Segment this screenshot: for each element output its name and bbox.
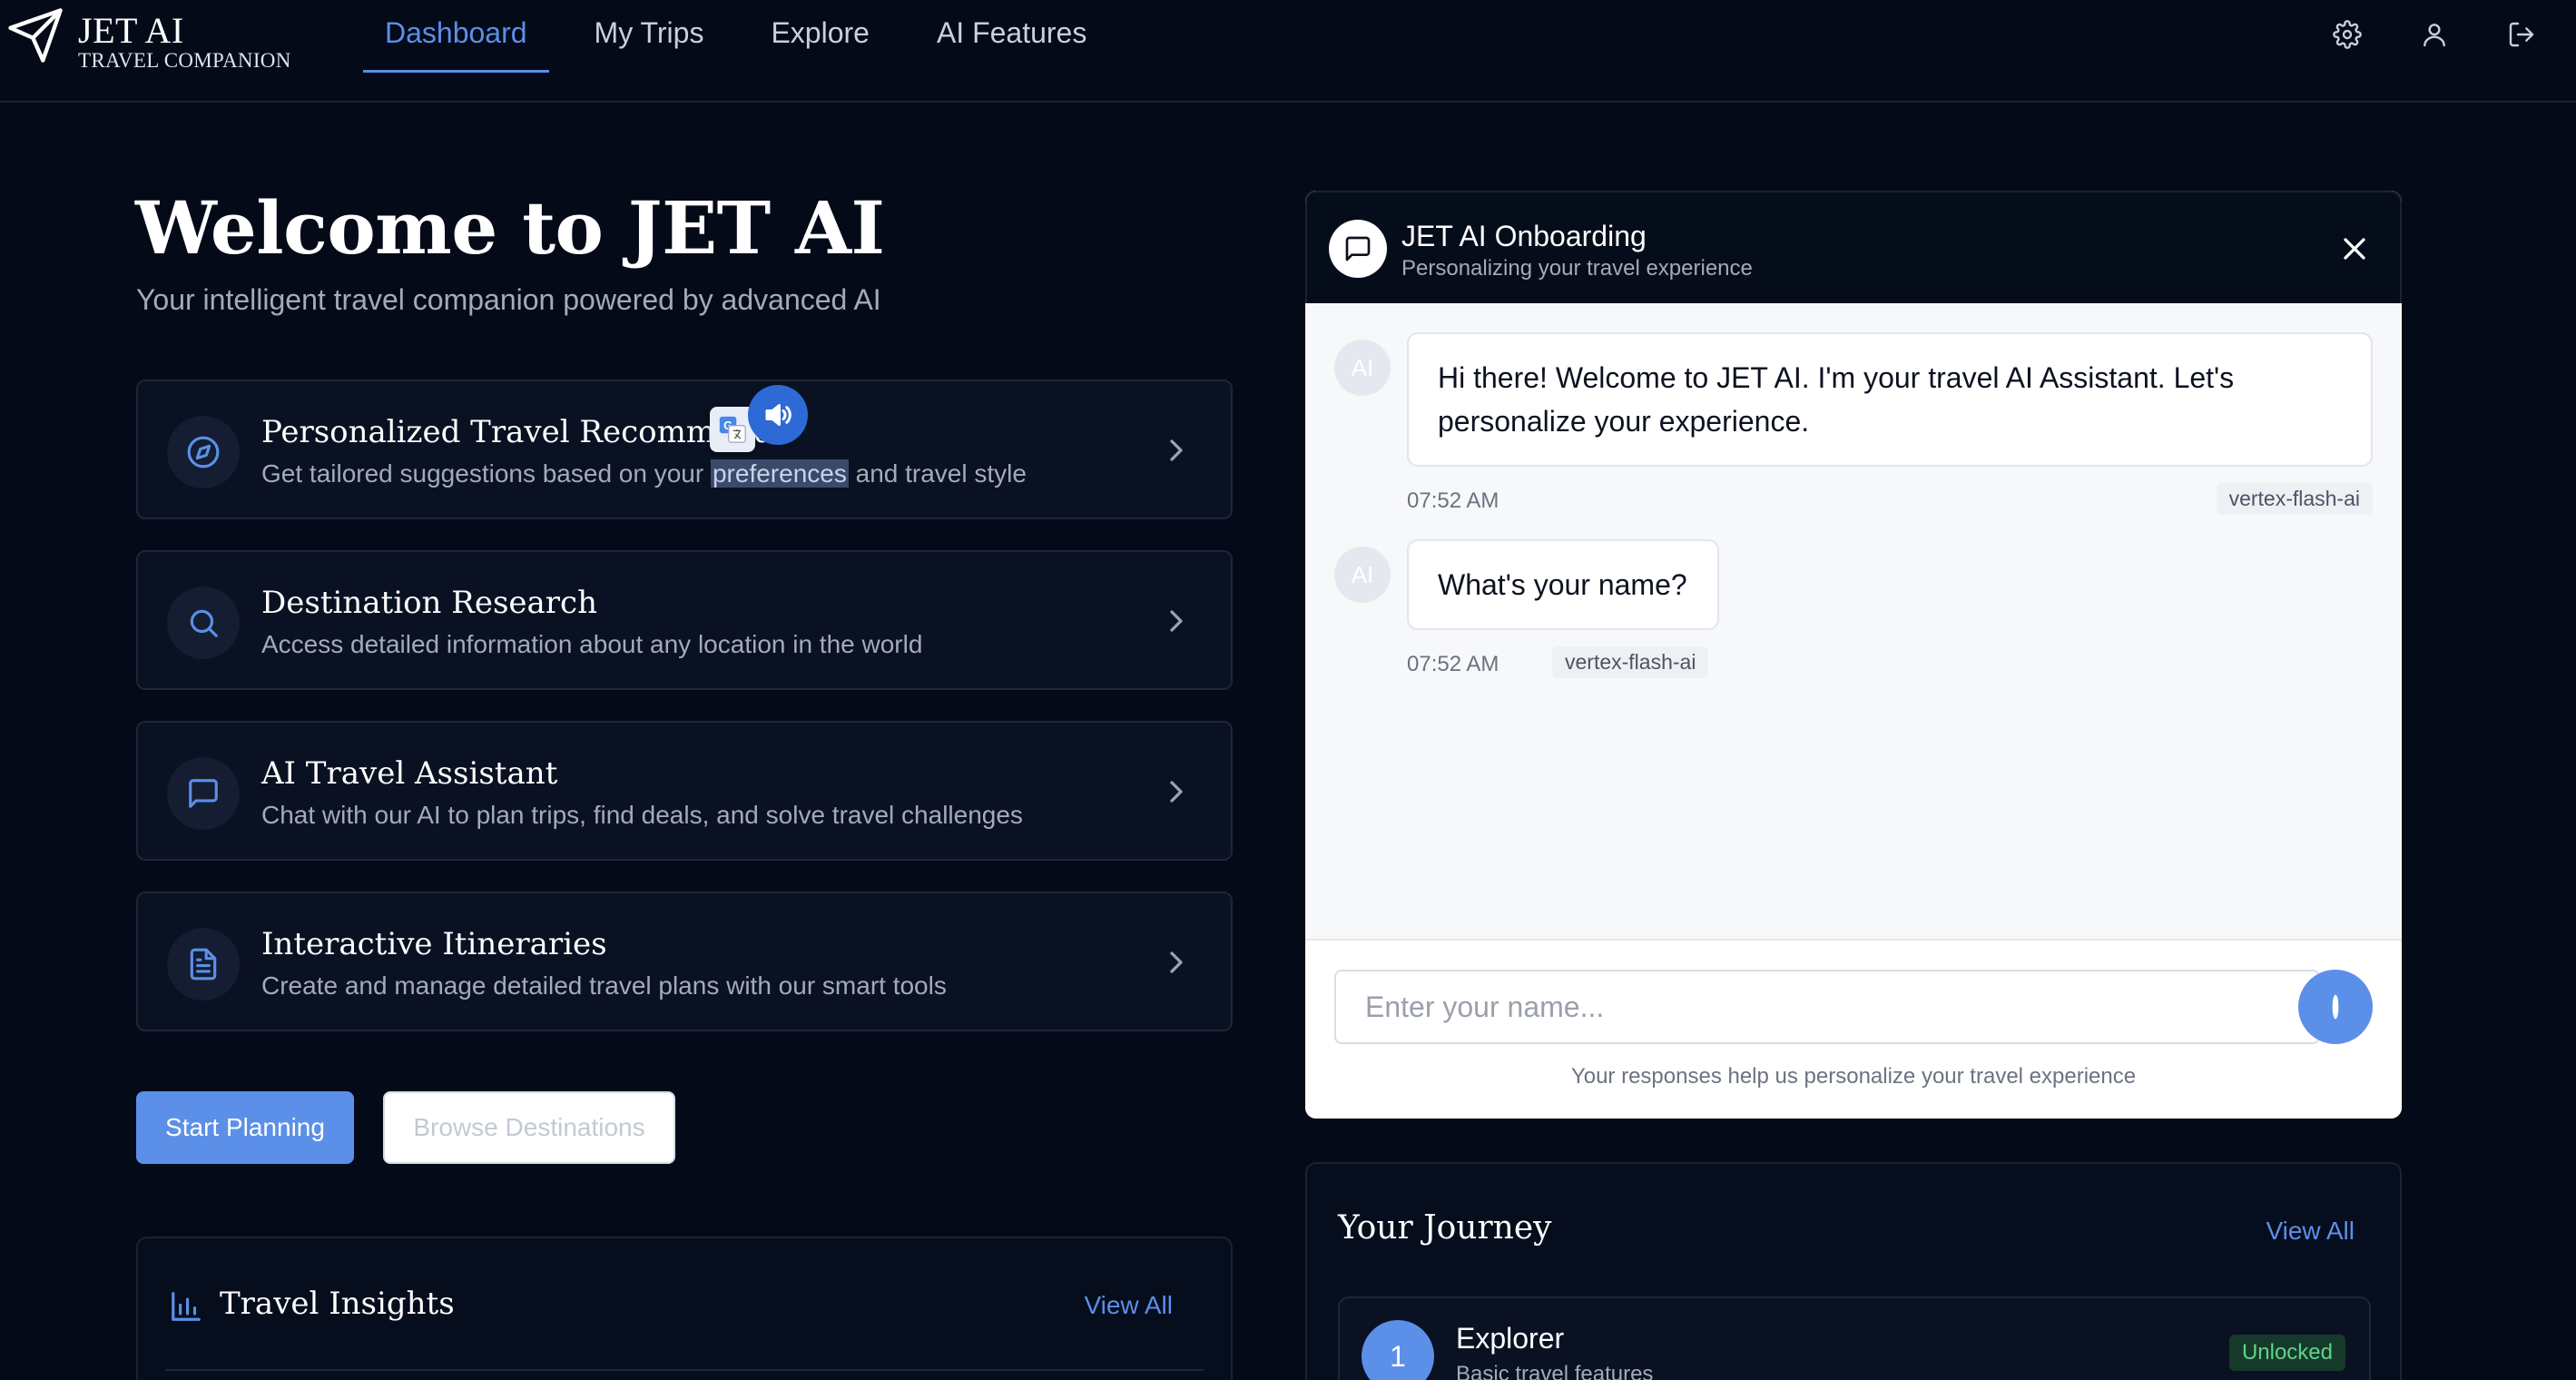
feature-description: Get tailored suggestions based on your p… [261, 459, 1027, 488]
level-number: 1 [1362, 1320, 1434, 1380]
chat-hint: Your responses help us personalize your … [1570, 1064, 2137, 1089]
paper-plane-icon [8, 8, 63, 63]
feature-icon-wrap [167, 757, 240, 830]
settings-button[interactable] [2329, 16, 2365, 53]
journey-panel: Your Journey View All 1 Explorer Basic t… [1305, 1162, 2402, 1380]
close-icon[interactable] [2336, 231, 2373, 267]
feature-title: AI Travel Assistant [261, 755, 558, 792]
onboarding-chat-panel: JET AI Onboarding Personalizing your tra… [1305, 191, 2402, 1119]
feature-card-ai-assistant[interactable]: AI Travel Assistant Chat with our AI to … [136, 721, 1233, 861]
chat-avatar [1329, 220, 1387, 278]
header-actions [2278, 16, 2540, 53]
gear-icon [2333, 20, 2362, 49]
insights-view-all-link[interactable]: View All [1084, 1291, 1173, 1320]
status-badge: Unlocked [2228, 1335, 2345, 1371]
send-icon [2332, 994, 2339, 1020]
page-subtitle: Your intelligent travel companion powere… [136, 283, 881, 316]
bar-chart-icon [172, 1292, 201, 1321]
ai-message-bubble: What's your name? [1407, 539, 1719, 630]
logout-button[interactable] [2503, 16, 2540, 53]
feature-description: Access detailed information about any lo… [261, 630, 923, 658]
read-aloud-button[interactable] [748, 385, 808, 445]
chat-icon [189, 779, 218, 808]
document-icon [190, 948, 217, 981]
nav-dashboard[interactable]: Dashboard [363, 0, 549, 73]
message-icon [1345, 236, 1371, 261]
translate-icon: G [719, 416, 746, 443]
brand-logo[interactable]: JET AI TRAVEL COMPANION [5, 5, 314, 72]
level-description: Basic travel features [1456, 1362, 1654, 1380]
model-badge: vertex-flash-ai [1552, 646, 1709, 678]
journey-level-card[interactable]: 1 Explorer Basic travel features Unlocke… [1338, 1296, 2371, 1380]
feature-title: Destination Research [261, 585, 597, 621]
nav-ai-features[interactable]: AI Features [915, 0, 1108, 73]
chat-subtitle: Personalizing your travel experience [1401, 256, 1753, 281]
start-planning-button[interactable]: Start Planning [136, 1091, 354, 1164]
feature-icon-wrap [167, 416, 240, 488]
selected-text: preferences [710, 459, 849, 488]
search-icon [190, 609, 218, 637]
journey-title: Your Journey [1338, 1209, 1552, 1247]
chat-header: JET AI Onboarding Personalizing your tra… [1305, 191, 2402, 303]
name-input[interactable] [1334, 970, 2320, 1044]
feature-icon-wrap [167, 586, 240, 659]
chat-title: JET AI Onboarding [1401, 220, 1647, 252]
divider [165, 1369, 1204, 1371]
level-name: Explorer [1456, 1322, 1565, 1355]
feature-icon-wrap [167, 928, 240, 1000]
chevron-right-icon [1170, 951, 1183, 973]
user-icon [2424, 24, 2445, 47]
feature-card-recommendations[interactable]: Personalized Travel Recommenda Get tailo… [136, 380, 1233, 519]
insights-title: Travel Insights [220, 1286, 455, 1322]
ai-avatar: AI [1334, 340, 1391, 396]
ai-avatar: AI [1334, 547, 1391, 603]
browse-destinations-button[interactable]: Browse Destinations [383, 1091, 675, 1164]
feature-description: Chat with our AI to plan trips, find dea… [261, 801, 1023, 829]
nav-explore[interactable]: Explore [749, 0, 891, 73]
journey-view-all-link[interactable]: View All [2266, 1217, 2355, 1246]
brand-tagline: TRAVEL COMPANION [78, 49, 291, 72]
send-button[interactable] [2298, 970, 2373, 1044]
ai-message-bubble: Hi there! Welcome to JET AI. I'm your tr… [1407, 332, 2373, 467]
main-nav: Dashboard My Trips Explore AI Features [363, 0, 1132, 73]
feature-card-destination-research[interactable]: Destination Research Access detailed inf… [136, 550, 1233, 690]
nav-my-trips[interactable]: My Trips [573, 0, 726, 73]
chevron-right-icon [1170, 781, 1183, 803]
speaker-icon [765, 404, 791, 426]
logout-icon [2509, 22, 2534, 47]
profile-button[interactable] [2416, 16, 2453, 53]
feature-card-itineraries[interactable]: Interactive Itineraries Create and manag… [136, 892, 1233, 1031]
travel-insights-panel: Travel Insights View All [136, 1237, 1233, 1380]
brand-name: JET AI [78, 10, 184, 51]
feature-title: Interactive Itineraries [261, 926, 607, 962]
message-timestamp: 07:52 AM [1407, 652, 1499, 676]
page-title: Welcome to JET AI [135, 185, 885, 271]
message-timestamp: 07:52 AM [1407, 488, 1499, 513]
chat-input-area: Your responses help us personalize your … [1305, 939, 2402, 1119]
feature-description: Create and manage detailed travel plans … [261, 971, 947, 1000]
chat-messages: AI Hi there! Welcome to JET AI. I'm your… [1305, 303, 2402, 939]
top-navigation-bar: JET AI TRAVEL COMPANION Dashboard My Tri… [0, 0, 2576, 103]
chevron-right-icon [1170, 610, 1183, 632]
compass-icon [187, 436, 220, 468]
model-badge: vertex-flash-ai [2216, 483, 2373, 515]
chevron-right-icon [1170, 439, 1183, 461]
